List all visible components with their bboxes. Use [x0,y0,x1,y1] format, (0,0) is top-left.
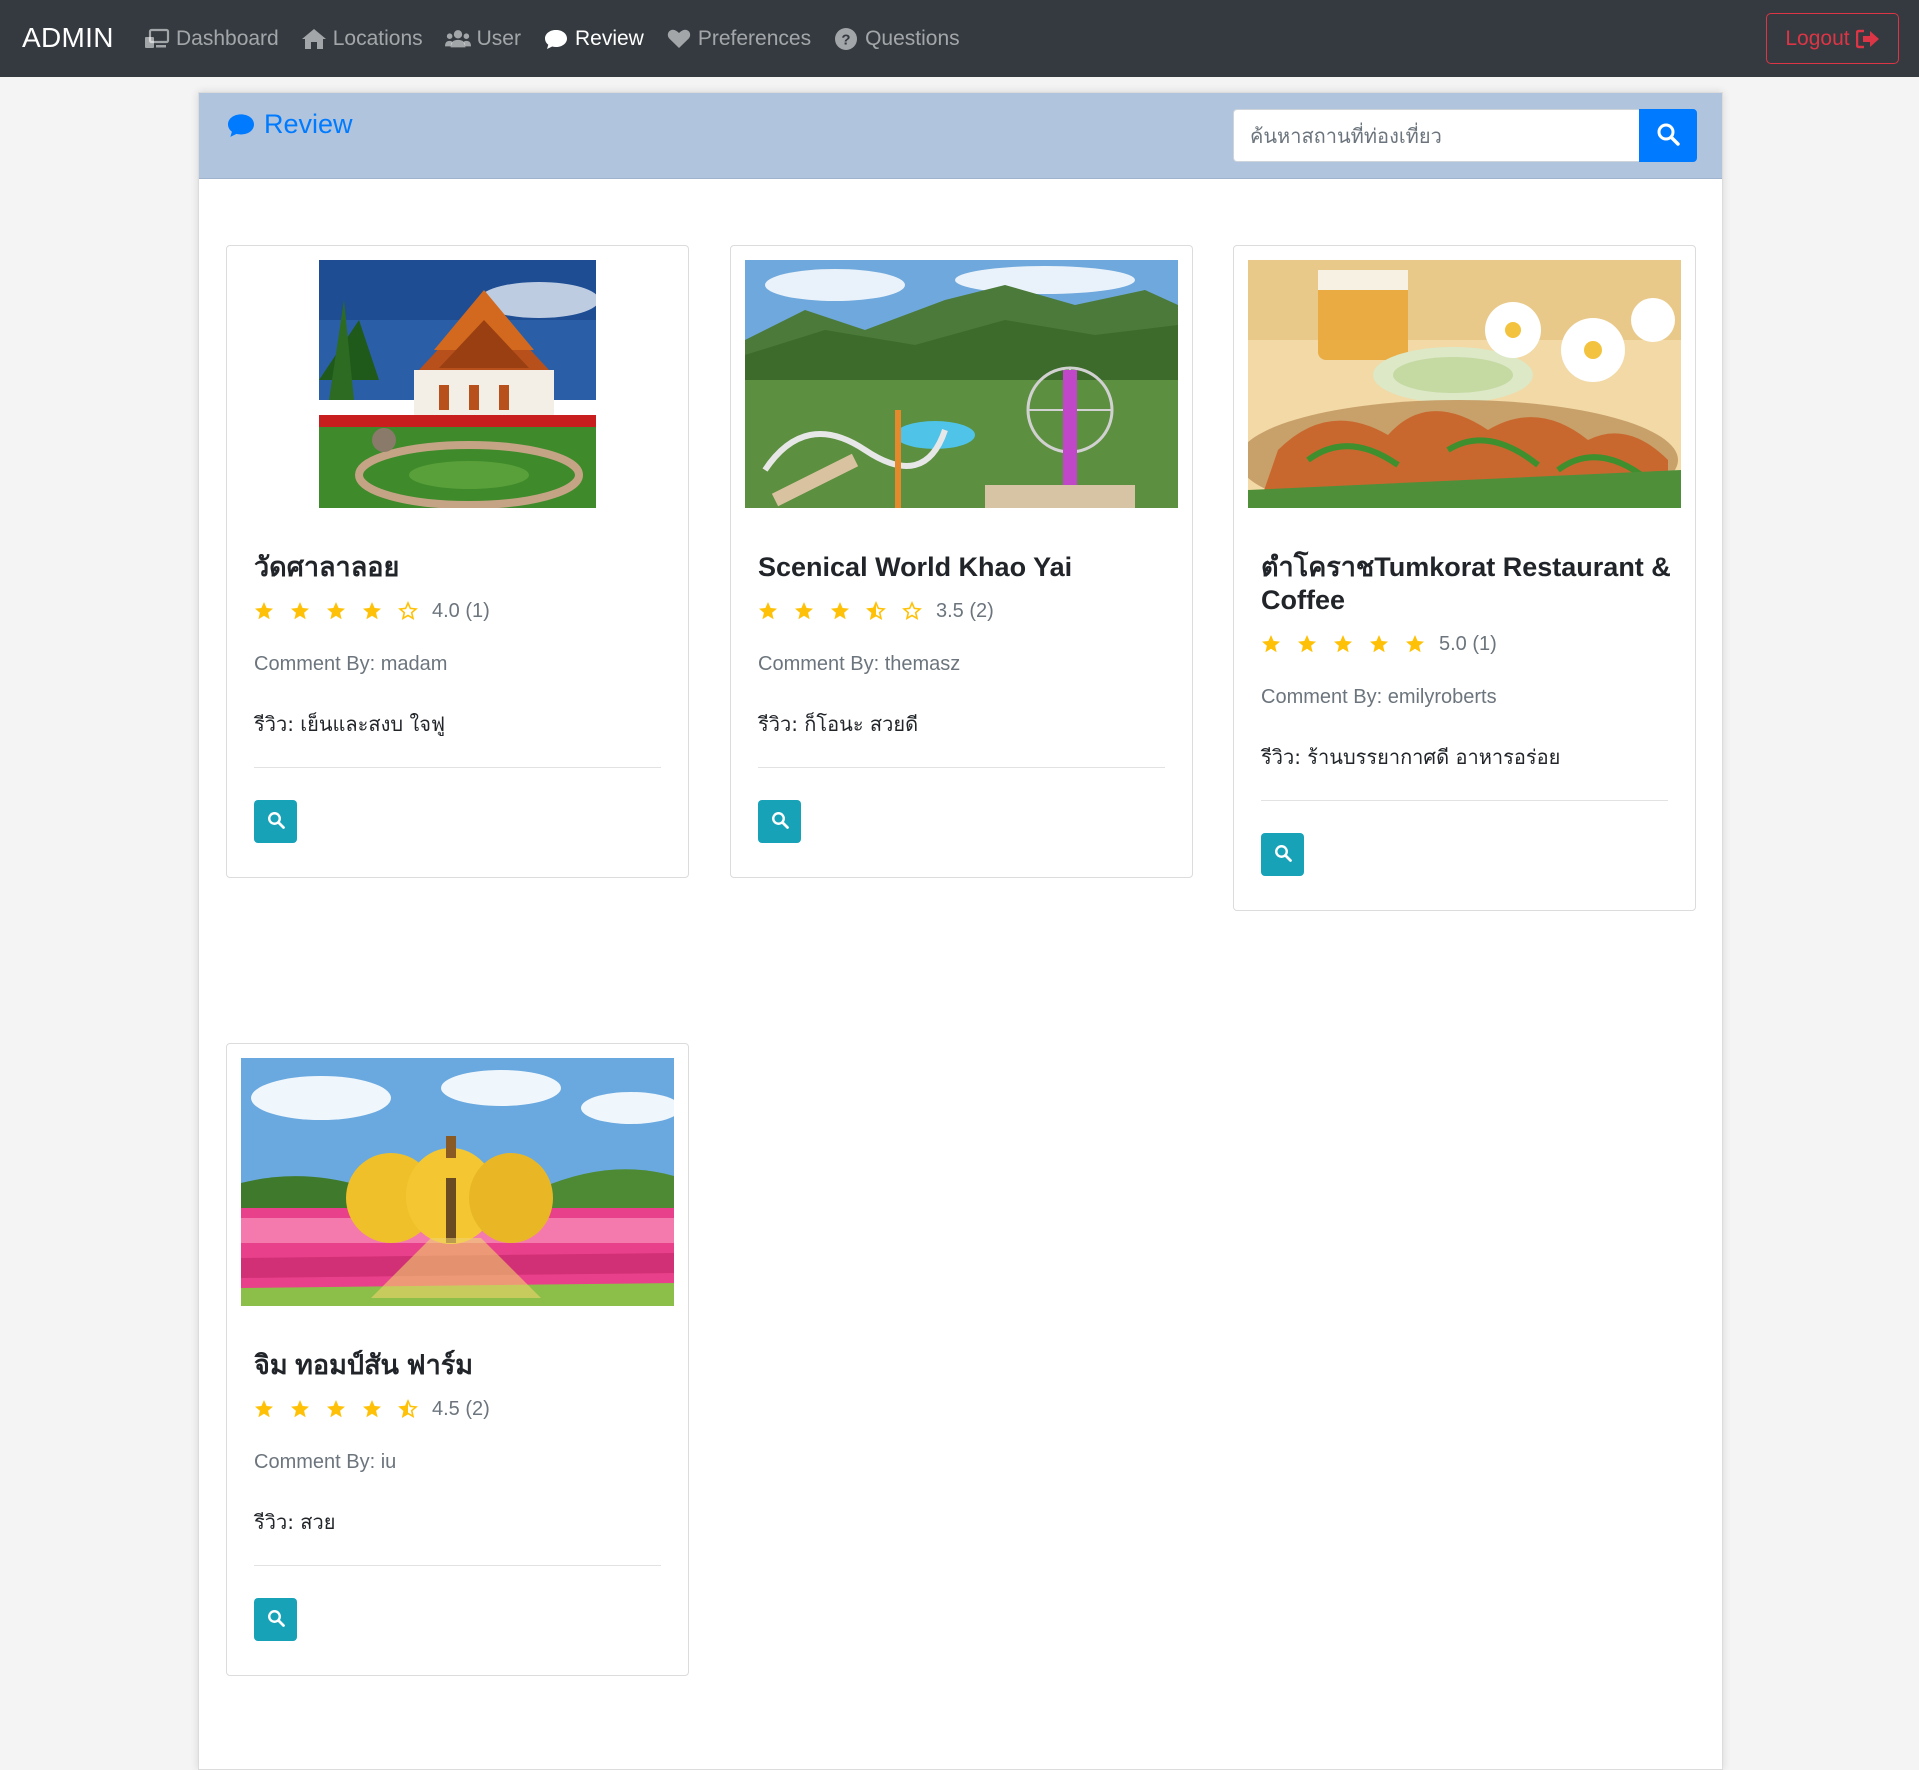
nav-item-dashboard[interactable]: Dashboard [144,26,279,52]
card-divider [758,767,1165,768]
review-card: จิม ทอมป์สัน ฟาร์ม 4.5 (2) Comment By: i… [226,1043,689,1676]
star-full-icon [794,601,814,621]
comment-author: Comment By: emilyroberts [1261,686,1497,708]
nav-item-user[interactable]: User [444,26,521,52]
location-title: Scenical World Khao Yai [758,552,1073,582]
rating-value: 3.5 (2) [936,599,994,622]
search-icon [267,811,285,833]
star-full-icon [1261,634,1281,654]
thai-food-photo [1248,260,1681,508]
home-icon [301,26,327,52]
dashboard-icon [144,26,170,52]
top-navbar: ADMIN Dashboard Locations User Review Pr… [0,0,1919,77]
card-divider [1261,800,1668,801]
nav-item-label: User [476,26,521,50]
nav-item-label: Dashboard [176,26,279,50]
search-icon [1656,122,1680,150]
comment-author: Comment By: themasz [758,653,961,675]
search-icon [267,1609,285,1631]
star-full-icon [1369,634,1389,654]
page-title: Review [226,109,353,140]
logout-label: Logout [1785,26,1850,50]
review-panel: Review ค้นหาสถานที่ท่องเที่ยว วัดศาลาลอย… [198,92,1723,1770]
star-full-icon [1297,634,1317,654]
star-full-icon [290,601,310,621]
star-full-icon [1333,634,1353,654]
review-text: รีวิว: สวย [254,1510,336,1534]
star-full-icon [830,601,850,621]
search-input[interactable] [1233,109,1639,162]
svg-text:?: ? [841,31,850,48]
rating-row: 5.0 (1) [1261,631,1497,657]
star-half-icon [866,601,886,621]
review-text: รีวิว: ร้านบรรยากาศดี อาหารอร่อย [1261,745,1561,769]
comment-author: Comment By: madam [254,653,448,675]
star-half-icon [398,1399,418,1419]
rating-value: 5.0 (1) [1439,632,1497,655]
nav-item-label: Locations [332,26,423,50]
question-circle-icon: ? [833,26,859,52]
view-review-button[interactable] [254,800,297,843]
review-text: รีวิว: ก็โอนะ สวยดี [758,712,919,736]
logout-button[interactable]: Logout [1766,13,1899,64]
rating-value: 4.5 (2) [432,1397,490,1420]
location-title: วัดศาลาลอย [254,552,400,582]
star-empty-icon [398,601,418,621]
star-empty-icon [902,601,922,621]
comment-icon [543,26,569,52]
search-button[interactable] [1639,109,1697,162]
view-review-button[interactable] [1261,833,1304,876]
card-divider [254,767,661,768]
search-icon [771,811,789,833]
card-divider [254,1565,661,1566]
nav-item-questions[interactable]: ? Questions [833,26,960,52]
star-full-icon [362,1399,382,1419]
search-icon [1274,844,1292,866]
nav-item-label: Preferences [697,26,812,50]
star-full-icon [326,601,346,621]
nav-item-label: Questions [865,26,960,50]
star-full-icon [758,601,778,621]
pumpkin-farm-photo [241,1058,674,1306]
review-card: ตำโคราชTumkorat Restaurant & Coffee 5.0 … [1233,245,1696,911]
brand-logo[interactable]: ADMIN [22,22,114,54]
review-card: วัดศาลาลอย 4.0 (1) Comment By: madam รีว… [226,245,689,878]
temple-photo [319,260,596,508]
page-title-text: Review [264,109,353,139]
rating-row: 3.5 (2) [758,598,994,624]
rating-row: 4.0 (1) [254,598,490,624]
nav-menu: Dashboard Locations User Review Preferen… [144,0,982,77]
nav-item-review[interactable]: Review [543,26,644,52]
location-title: ตำโคราชTumkorat Restaurant & Coffee [1261,552,1671,615]
star-full-icon [1405,634,1425,654]
nav-item-locations[interactable]: Locations [301,26,423,52]
heart-icon [666,26,692,52]
search-group [1233,109,1700,162]
rating-row: 4.5 (2) [254,1396,490,1422]
nav-item-label: Review [574,26,644,50]
location-title: จิม ทอมป์สัน ฟาร์ม [254,1350,474,1380]
star-full-icon [362,601,382,621]
comment-author: Comment By: iu [254,1451,397,1473]
nav-item-preferences[interactable]: Preferences [666,26,811,52]
review-text: รีวิว: เย็นและสงบ ใจฟู [254,712,446,736]
star-full-icon [254,601,274,621]
star-full-icon [290,1399,310,1419]
star-full-icon [254,1399,274,1419]
rating-value: 4.0 (1) [432,599,490,622]
view-review-button[interactable] [254,1598,297,1641]
sign-out-icon [1855,29,1880,49]
review-card: Scenical World Khao Yai 3.5 (2) Comment … [730,245,1193,878]
comment-icon [226,112,256,138]
star-full-icon [326,1399,346,1419]
users-icon [444,26,471,52]
theme-park-photo [745,260,1178,508]
panel-header: Review [199,93,1722,179]
view-review-button[interactable] [758,800,801,843]
